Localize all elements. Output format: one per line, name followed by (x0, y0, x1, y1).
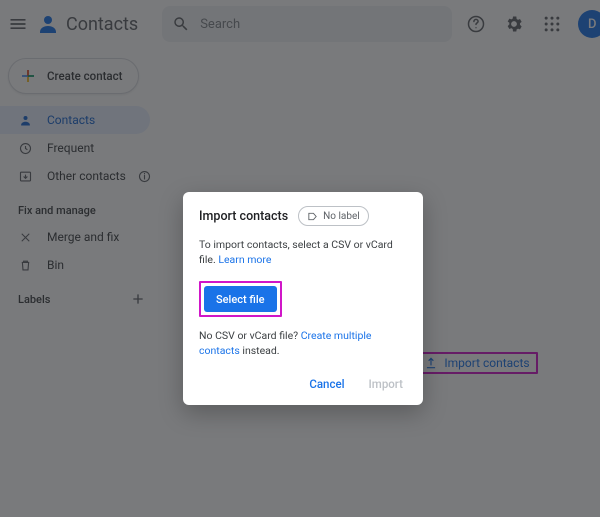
dialog-title: Import contacts (199, 209, 288, 224)
learn-more-link[interactable]: Learn more (218, 253, 271, 266)
dialog-footer: Cancel Import (199, 373, 407, 395)
cancel-button[interactable]: Cancel (305, 373, 348, 395)
dialog-body-text: To import contacts, select a CSV or vCar… (199, 238, 407, 267)
import-button: Import (365, 373, 407, 395)
dialog-alt-text: No CSV or vCard file? Create multiple co… (199, 329, 407, 358)
select-file-highlight: Select file (199, 281, 282, 317)
label-icon (307, 211, 318, 222)
import-dialog: Import contacts No label To import conta… (183, 192, 423, 405)
chip-label: No label (323, 211, 360, 222)
label-chip[interactable]: No label (298, 206, 369, 226)
dialog-header: Import contacts No label (199, 206, 407, 226)
select-file-button[interactable]: Select file (204, 286, 277, 312)
